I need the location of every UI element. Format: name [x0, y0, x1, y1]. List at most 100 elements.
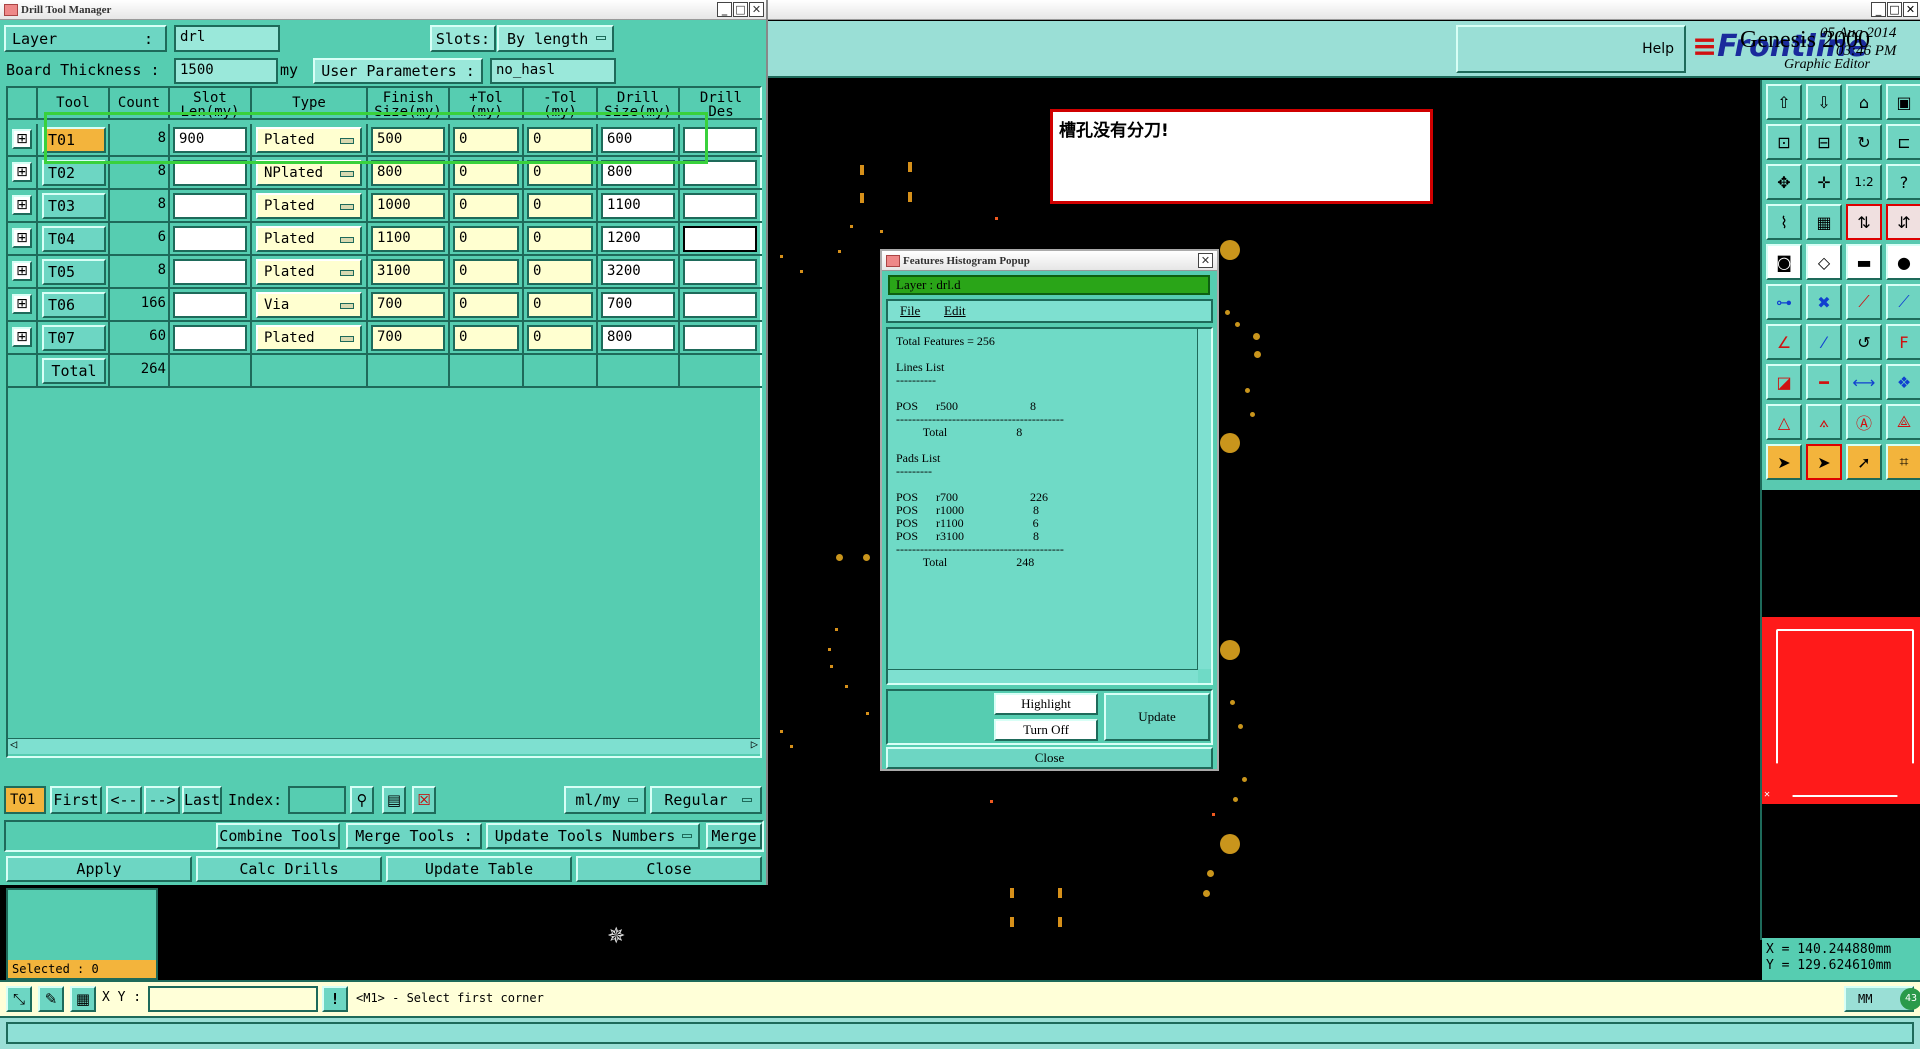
finish-cell[interactable]: 700 [371, 325, 445, 351]
units-dropdown[interactable]: ml/my [564, 786, 646, 814]
alert-icon[interactable]: ! [322, 986, 348, 1012]
slot-cell[interactable] [173, 259, 247, 285]
mtol-cell[interactable]: 0 [527, 226, 593, 252]
expand-row-button[interactable]: ⊞ [12, 162, 32, 182]
mtol-cell[interactable]: 0 [527, 259, 593, 285]
expand-row-button[interactable]: ⊞ [12, 195, 32, 215]
close-icon[interactable]: ✕ [1903, 2, 1918, 17]
clear-icon[interactable]: ☒ [412, 786, 436, 814]
mode-dropdown[interactable]: Regular [650, 786, 762, 814]
slot-cell[interactable] [173, 193, 247, 219]
drill-cell[interactable]: 3200 [601, 259, 675, 285]
tool-text-icon[interactable]: F [1886, 324, 1920, 360]
update-tools-numbers-dropdown[interactable]: Update Tools Numbers [486, 823, 700, 849]
prev-button[interactable]: <-- [106, 786, 142, 814]
tool-layers-icon[interactable]: ⇅ [1846, 204, 1882, 240]
ptol-cell[interactable]: 0 [453, 292, 519, 318]
tool-pad-icon[interactable]: ◙ [1766, 244, 1802, 280]
tool-node2-icon[interactable]: ⟋ [1886, 284, 1920, 320]
combine-tools-button[interactable]: Combine Tools [216, 823, 340, 849]
tool-line-icon[interactable]: ◇ [1806, 244, 1842, 280]
scroll-left-icon[interactable]: ◁ [10, 737, 17, 751]
maximize-icon[interactable]: □ [733, 2, 748, 17]
apply-button[interactable]: Apply [6, 856, 192, 882]
snap-icon[interactable]: ⤡ [6, 986, 32, 1012]
finish-cell[interactable]: 1100 [371, 226, 445, 252]
des-cell[interactable] [683, 259, 757, 285]
tool-surface-icon[interactable]: ▬ [1846, 244, 1882, 280]
finish-cell[interactable]: 700 [371, 292, 445, 318]
minimize-icon[interactable]: _ [717, 2, 732, 17]
table-hscrollbar[interactable]: ◁ ▷ [8, 737, 760, 754]
histogram-close-button[interactable]: Close [886, 747, 1213, 769]
minimize-icon[interactable]: _ [1871, 2, 1886, 17]
tool-cross-icon[interactable]: ✖ [1806, 284, 1842, 320]
close-button[interactable]: Close [576, 856, 762, 882]
slots-dropdown[interactable]: By length [497, 25, 614, 52]
close-icon[interactable]: ✕ [749, 2, 764, 17]
type-dropdown[interactable]: Via [256, 292, 362, 318]
expand-row-button[interactable]: ⊞ [12, 261, 32, 281]
last-button[interactable]: Last [182, 786, 222, 814]
tool-pan-icon[interactable]: ✛ [1806, 164, 1842, 200]
tool-angle-icon[interactable]: ∠ [1766, 324, 1802, 360]
type-dropdown[interactable]: Plated [256, 325, 362, 351]
turn-off-button[interactable]: Turn Off [994, 719, 1098, 741]
tool-tri1-icon[interactable]: △ [1766, 404, 1802, 440]
tool-tri4-icon[interactable]: ⟁ [1886, 404, 1920, 440]
finish-cell[interactable]: 1000 [371, 193, 445, 219]
drill-cell[interactable]: 1100 [601, 193, 675, 219]
message-field[interactable] [6, 1022, 1914, 1044]
tool-net-icon[interactable]: ⇵ [1886, 204, 1920, 240]
drill-cell[interactable]: 1200 [601, 226, 675, 252]
des-cell[interactable] [683, 226, 757, 252]
ptol-cell[interactable]: 0 [453, 259, 519, 285]
drill-cell[interactable]: 800 [601, 325, 675, 351]
tool-arc-icon[interactable]: ↺ [1846, 324, 1882, 360]
tool-select3-icon[interactable]: ➚ [1846, 444, 1882, 480]
vertical-scrollbar[interactable] [1197, 329, 1211, 669]
filter-icon[interactable]: ▤ [382, 786, 406, 814]
type-dropdown[interactable]: Plated [256, 259, 362, 285]
tool-redraw-icon[interactable]: ↻ [1846, 124, 1882, 160]
tool-cell[interactable]: T04 [42, 226, 106, 252]
mtol-cell[interactable]: 0 [527, 193, 593, 219]
user-params-button[interactable]: User Parameters : [313, 58, 483, 84]
tool-save-icon[interactable]: ⇩ [1806, 84, 1842, 120]
ptol-cell[interactable]: 0 [453, 325, 519, 351]
tool-home-icon[interactable]: ⌂ [1846, 84, 1882, 120]
expand-row-button[interactable]: ⊞ [12, 327, 32, 347]
first-button[interactable]: First [50, 786, 102, 814]
tool-stretch-icon[interactable]: ⟷ [1846, 364, 1882, 400]
expand-row-button[interactable]: ⊞ [12, 228, 32, 248]
tool-align-icon[interactable]: ━ [1806, 364, 1842, 400]
ptol-cell[interactable]: 0 [453, 193, 519, 219]
tool-select2-icon[interactable]: ➤ [1806, 444, 1842, 480]
drill-cell[interactable]: 700 [601, 292, 675, 318]
tool-move-icon[interactable]: ◪ [1766, 364, 1802, 400]
ptol-cell[interactable]: 0 [453, 226, 519, 252]
mtol-cell[interactable]: 0 [527, 292, 593, 318]
merge-button[interactable]: Merge [706, 823, 762, 849]
user-params-field[interactable]: no_hasl [490, 58, 616, 84]
board-preview[interactable]: ✕ [1762, 617, 1920, 804]
xy-input[interactable] [148, 986, 318, 1012]
menu-file[interactable]: File [900, 301, 920, 321]
draw-icon[interactable]: ✎ [38, 986, 64, 1012]
tool-route-icon[interactable]: ⌗ [1886, 444, 1920, 480]
type-dropdown[interactable]: Plated [256, 226, 362, 252]
tool-query-icon[interactable]: ? [1886, 164, 1920, 200]
tool-cell[interactable]: T06 [42, 292, 106, 318]
tool-window-icon[interactable]: ▣ [1886, 84, 1920, 120]
tool-load-icon[interactable]: ⇧ [1766, 84, 1802, 120]
slot-cell[interactable] [173, 325, 247, 351]
tool-cell[interactable]: T05 [42, 259, 106, 285]
horizontal-scrollbar[interactable] [888, 669, 1198, 683]
tool-slant-icon[interactable]: ⁄ [1806, 324, 1842, 360]
layer-button[interactable]: Layer: [4, 25, 167, 52]
menu-edit[interactable]: Edit [944, 301, 966, 321]
help-button[interactable]: Help [1456, 25, 1686, 73]
highlight-button[interactable]: Highlight [994, 693, 1098, 715]
tool-scale-icon[interactable]: 1:2 [1846, 164, 1882, 200]
tool-measure-icon[interactable]: ⌇ [1766, 204, 1802, 240]
